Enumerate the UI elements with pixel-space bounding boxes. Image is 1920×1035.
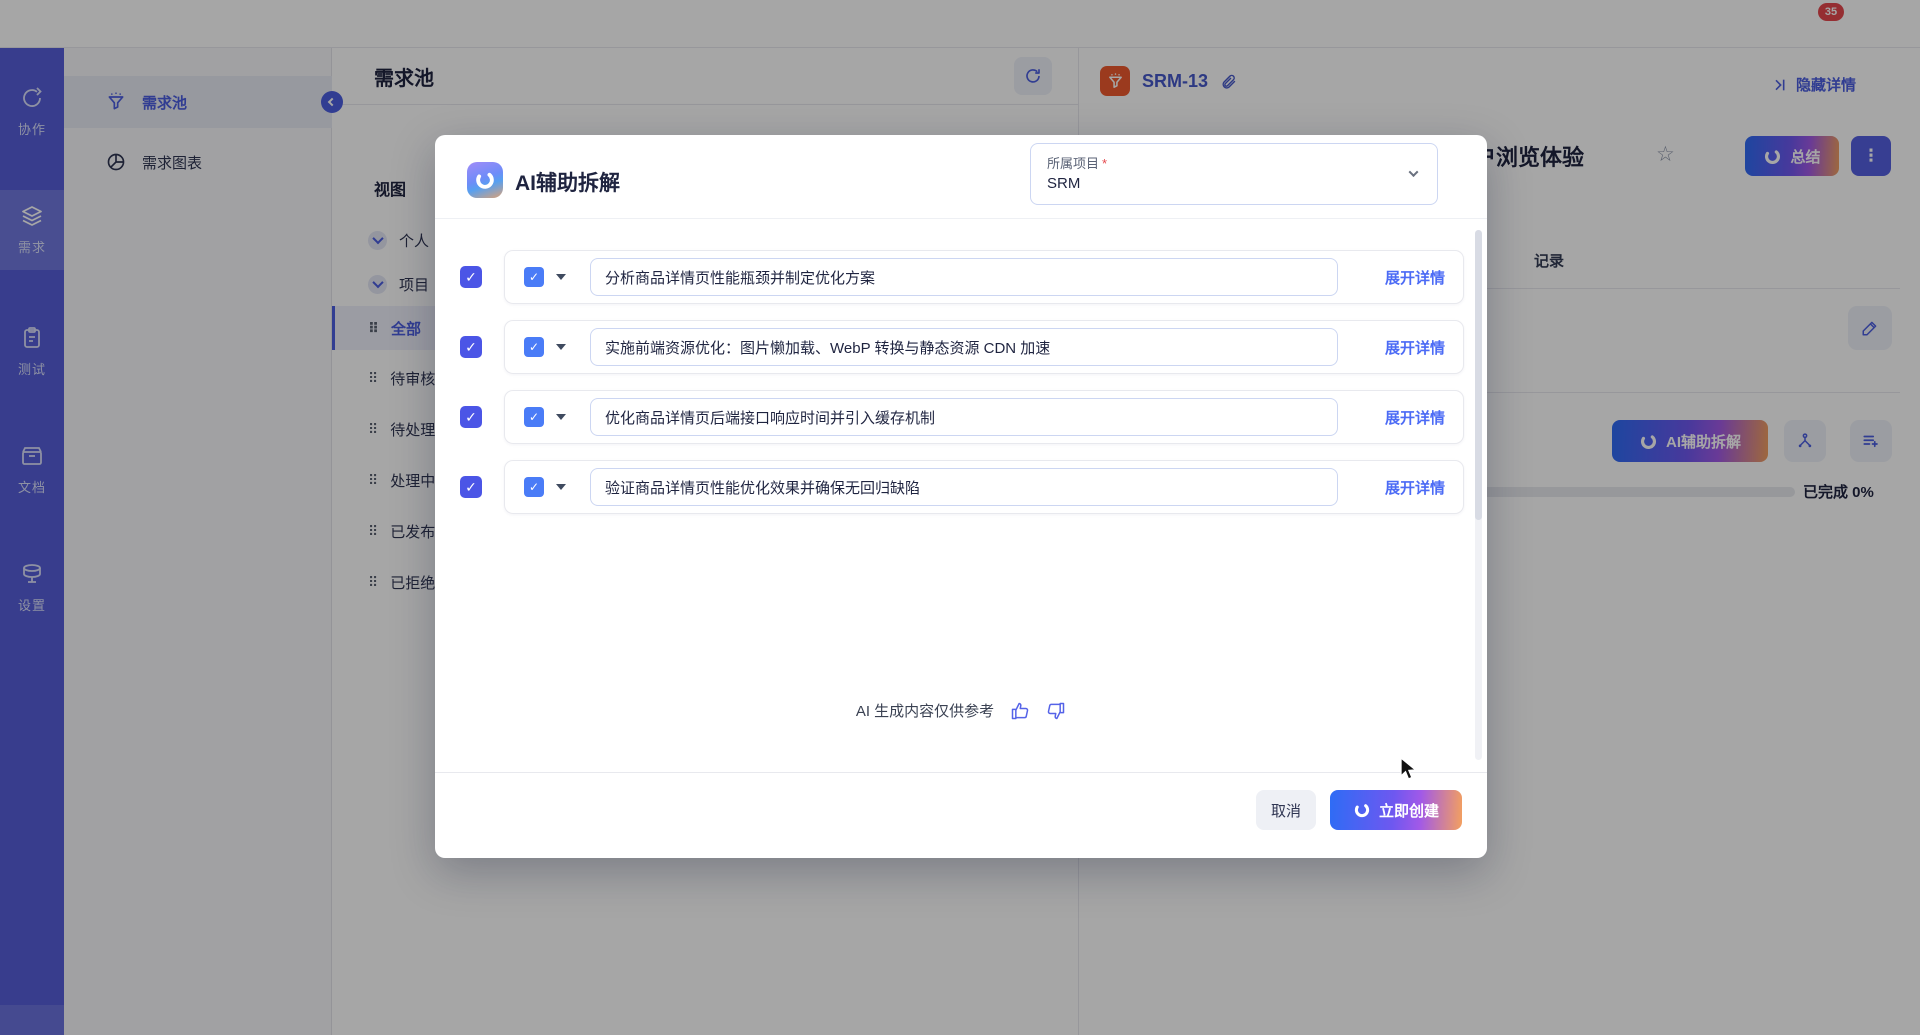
split-row-card: ✓ 展开详情	[504, 460, 1464, 514]
row-checkbox[interactable]: ✓	[524, 477, 544, 497]
split-title-input[interactable]	[590, 398, 1338, 436]
expand-details-link[interactable]: 展开详情	[1385, 477, 1445, 498]
row-checkbox[interactable]: ✓	[524, 407, 544, 427]
row-checkbox[interactable]: ✓	[524, 337, 544, 357]
cursor-arrow-icon	[1400, 757, 1418, 783]
cancel-button[interactable]: 取消	[1256, 790, 1316, 830]
expand-details-link[interactable]: 展开详情	[1385, 337, 1445, 358]
caret-down-icon[interactable]	[556, 484, 566, 490]
expand-details-link[interactable]: 展开详情	[1385, 407, 1445, 428]
ai-disclaimer-text: AI 生成内容仅供参考	[856, 700, 994, 721]
split-row: ✓ ✓ 展开详情	[460, 460, 1470, 514]
split-row: ✓ ✓ 展开详情	[460, 390, 1470, 444]
row-checkbox-outer[interactable]: ✓	[460, 266, 482, 288]
project-field-value: SRM	[1047, 175, 1421, 192]
project-field[interactable]: 所属项目* SRM	[1030, 143, 1438, 205]
required-asterisk: *	[1102, 156, 1107, 171]
caret-down-icon[interactable]	[556, 274, 566, 280]
split-row-card: ✓ 展开详情	[504, 250, 1464, 304]
split-title-input[interactable]	[590, 468, 1338, 506]
project-field-label: 所属项目*	[1047, 153, 1421, 172]
split-title-input[interactable]	[590, 258, 1338, 296]
modal-scrollbar-thumb[interactable]	[1475, 230, 1482, 520]
thumbs-down-icon[interactable]	[1046, 701, 1066, 721]
ai-swirl-icon	[1353, 801, 1371, 819]
divider	[435, 772, 1487, 773]
row-checkbox-outer[interactable]: ✓	[460, 476, 482, 498]
thumbs-up-icon[interactable]	[1010, 701, 1030, 721]
modal-title: AI辅助拆解	[515, 167, 620, 197]
split-row: ✓ ✓ 展开详情	[460, 320, 1470, 374]
split-row-card: ✓ 展开详情	[504, 390, 1464, 444]
create-now-button[interactable]: 立即创建	[1330, 790, 1462, 830]
expand-details-link[interactable]: 展开详情	[1385, 267, 1445, 288]
row-checkbox-outer[interactable]: ✓	[460, 406, 482, 428]
split-row-card: ✓ 展开详情	[504, 320, 1464, 374]
caret-down-icon[interactable]	[556, 414, 566, 420]
split-title-input[interactable]	[590, 328, 1338, 366]
row-checkbox[interactable]: ✓	[524, 267, 544, 287]
split-row: ✓ ✓ 展开详情	[460, 250, 1470, 304]
ai-modal-logo	[467, 162, 503, 198]
row-checkbox-outer[interactable]: ✓	[460, 336, 482, 358]
ai-split-modal: AI辅助拆解 所属项目* SRM ✓ ✓ 展开详情 ✓ ✓ 展开详情 ✓ ✓	[435, 135, 1487, 858]
mouse-cursor	[1400, 757, 1418, 783]
ai-disclaimer-row: AI 生成内容仅供参考	[435, 700, 1487, 721]
caret-down-icon[interactable]	[556, 344, 566, 350]
ai-swirl-icon	[474, 169, 496, 191]
divider	[435, 218, 1487, 219]
